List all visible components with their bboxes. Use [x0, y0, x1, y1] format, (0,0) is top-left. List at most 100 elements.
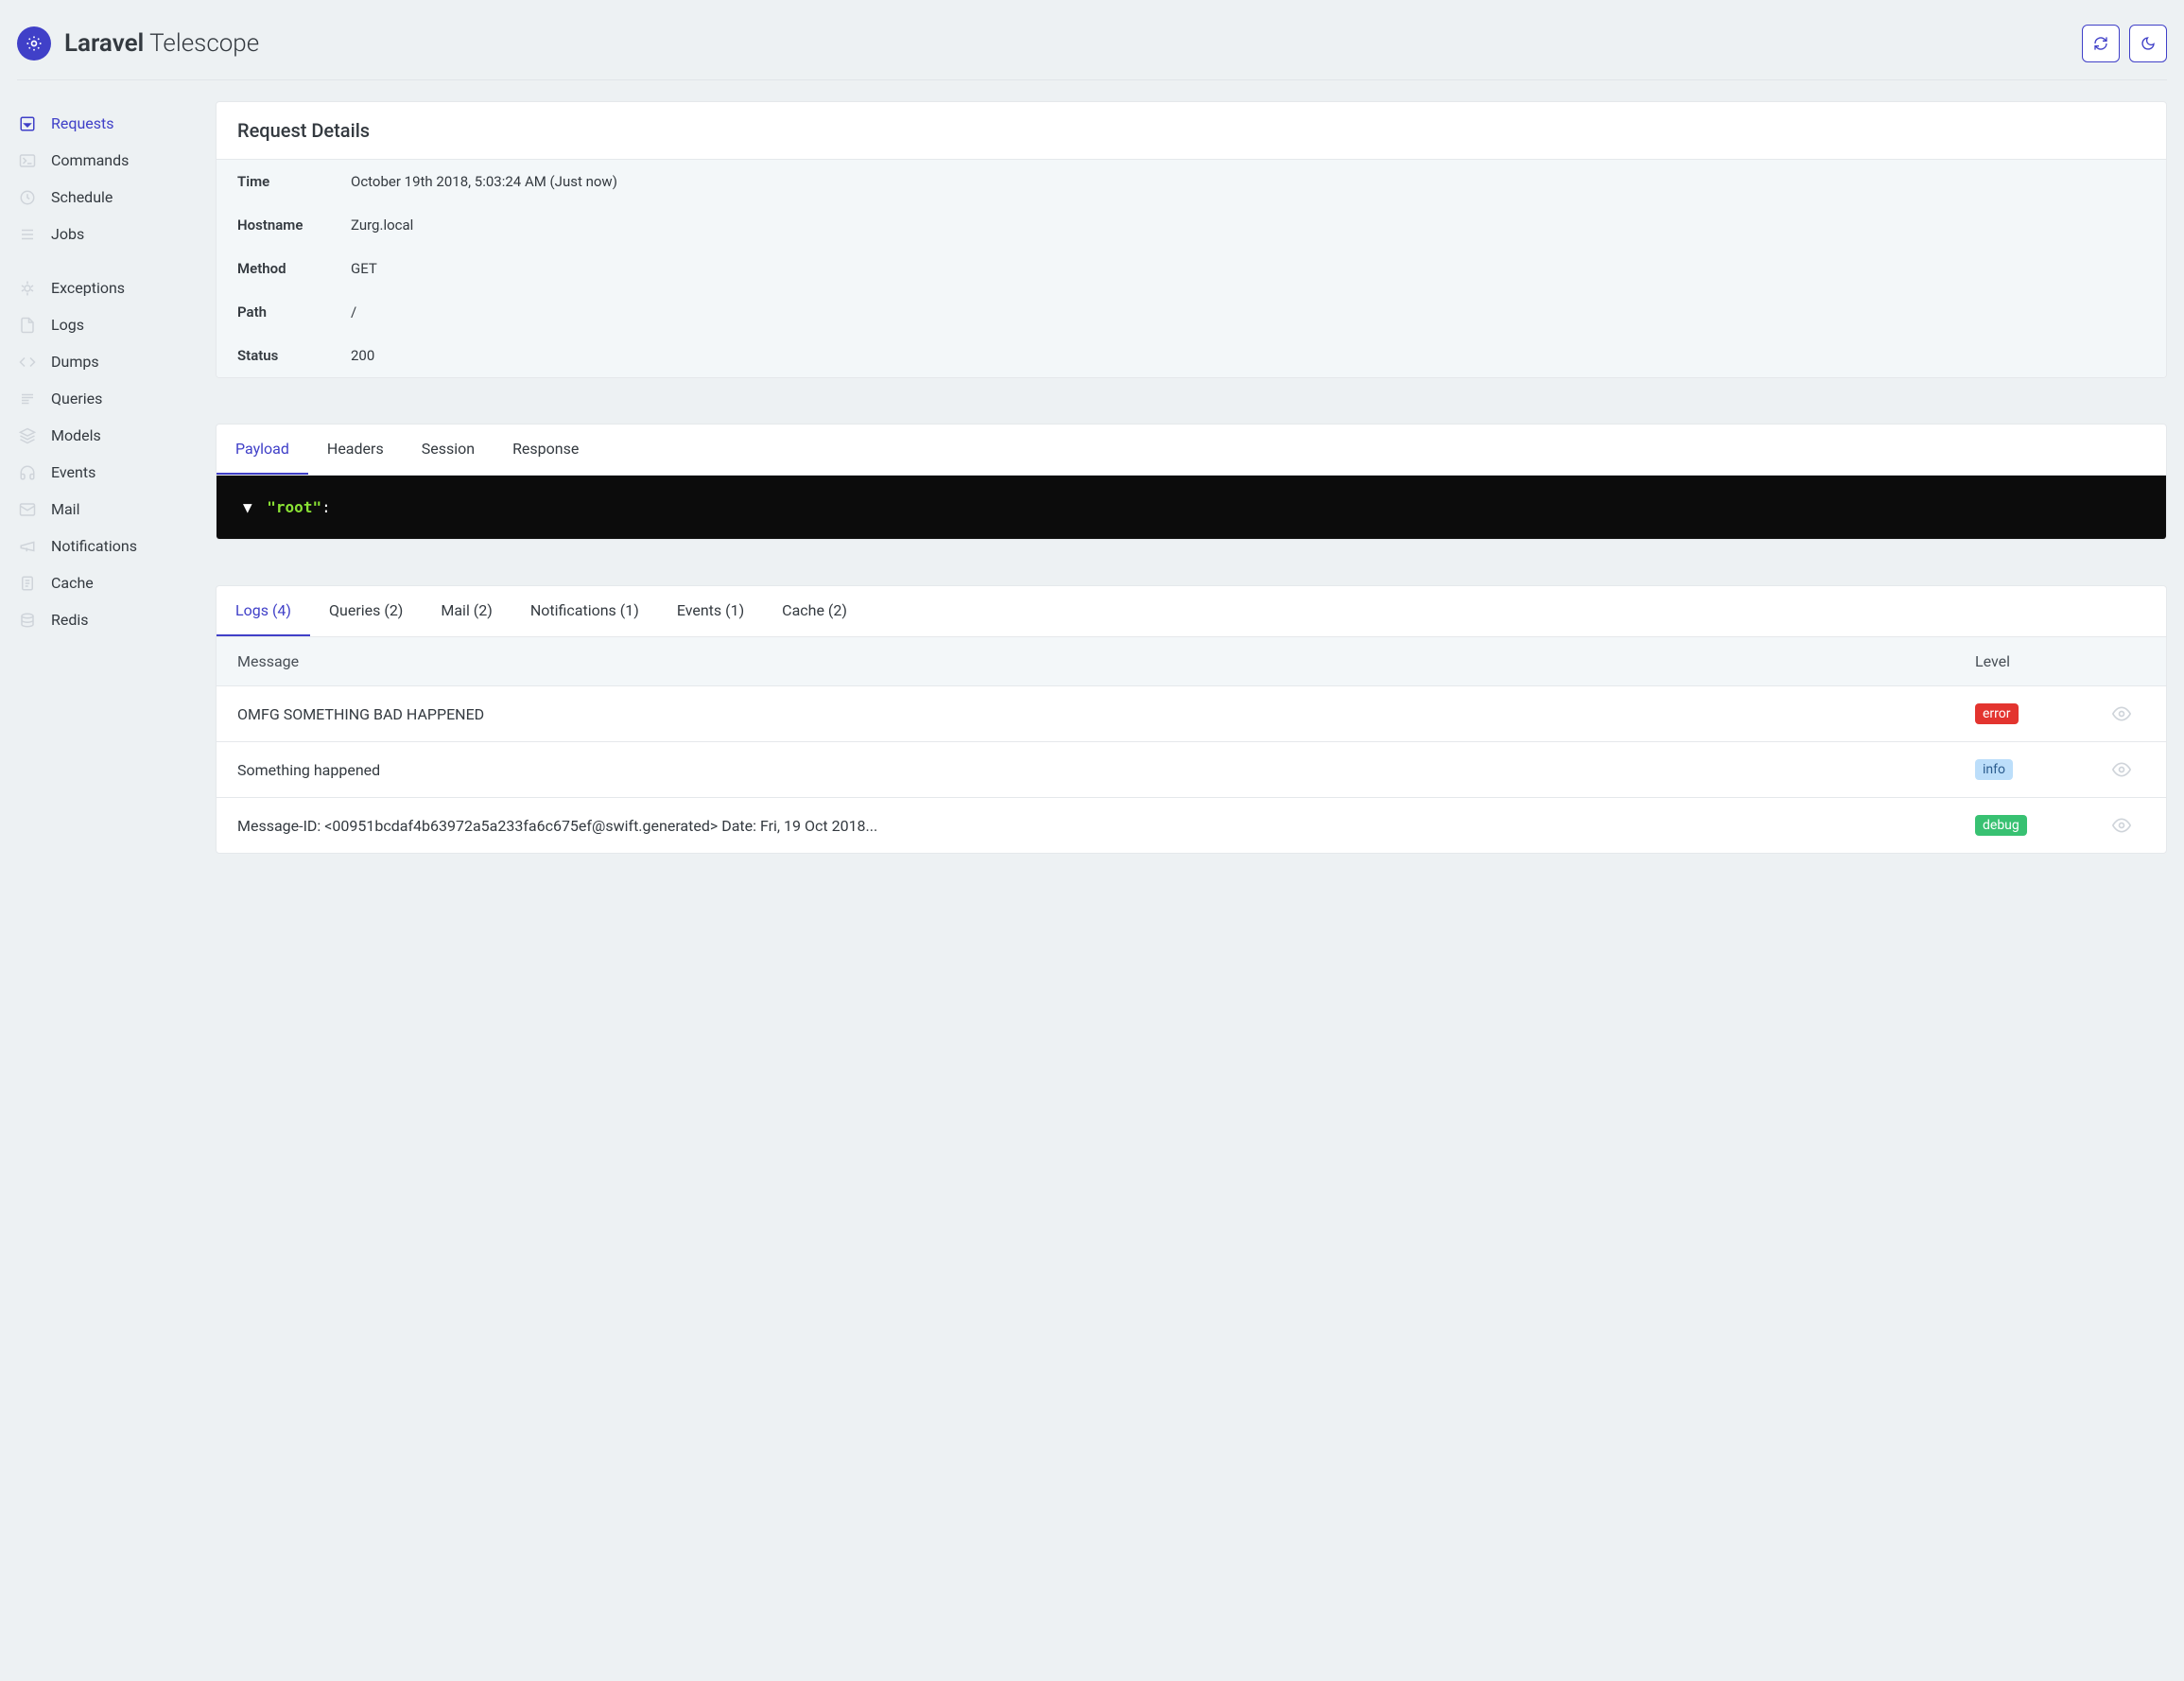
sidebar-item-label: Cache: [51, 574, 94, 592]
stack-icon: [17, 612, 38, 629]
related-tab-queries-2-[interactable]: Queries (2): [310, 586, 422, 636]
sidebar-item-label: Logs: [51, 316, 84, 334]
sidebar-item-label: Redis: [51, 611, 89, 629]
sidebar-item-label: Requests: [51, 114, 114, 132]
view-icon[interactable]: [2098, 704, 2145, 723]
detail-label: Time: [237, 173, 351, 190]
sidebar-item-label: Events: [51, 463, 95, 481]
related-tab-mail-2-[interactable]: Mail (2): [422, 586, 511, 636]
sidebar-item-label: Exceptions: [51, 279, 125, 297]
detail-value: GET: [351, 260, 377, 277]
sidebar-item-queries[interactable]: Queries: [17, 380, 197, 417]
layers-icon: [17, 427, 38, 444]
megaphone-icon: [17, 538, 38, 555]
related-card: Logs (4)Queries (2)Mail (2)Notifications…: [216, 585, 2167, 854]
payload-tab-payload[interactable]: Payload: [217, 425, 308, 475]
sidebar-item-logs[interactable]: Logs: [17, 306, 197, 343]
detail-label: Hostname: [237, 217, 351, 234]
sidebar-item-mail[interactable]: Mail: [17, 491, 197, 528]
header-level: Level: [1975, 652, 2098, 670]
sidebar: Requests Commands Schedule Jobs Exceptions L…: [17, 101, 197, 854]
level-badge: error: [1975, 703, 2019, 724]
json-key: "root": [267, 498, 321, 516]
payload-code: ▼ "root":: [217, 476, 2166, 539]
doc-icon: [17, 575, 38, 592]
detail-value: Zurg.local: [351, 217, 413, 234]
list-icon: [17, 226, 38, 243]
sidebar-item-notifications[interactable]: Notifications: [17, 528, 197, 564]
logs-table-header: Message Level: [217, 637, 2166, 686]
view-icon[interactable]: [2098, 816, 2145, 835]
sidebar-item-exceptions[interactable]: Exceptions: [17, 269, 197, 306]
sidebar-item-events[interactable]: Events: [17, 454, 197, 491]
code-icon: [17, 354, 38, 371]
request-icon: [17, 115, 38, 132]
refresh-button[interactable]: [2082, 25, 2120, 62]
log-message: OMFG SOMETHING BAD HAPPENED: [237, 705, 1975, 723]
detail-label: Path: [237, 303, 351, 321]
detail-label: Method: [237, 260, 351, 277]
related-tab-events-1-[interactable]: Events (1): [658, 586, 763, 636]
details-row-method: MethodGET: [217, 247, 2166, 290]
lines-icon: [17, 390, 38, 407]
sidebar-item-label: Models: [51, 426, 101, 444]
sidebar-item-dumps[interactable]: Dumps: [17, 343, 197, 380]
terminal-icon: [17, 152, 38, 169]
log-row: Message-ID: <00951bcdaf4b63972a5a233fa6c…: [217, 798, 2166, 853]
payload-tab-headers[interactable]: Headers: [308, 425, 403, 475]
payload-tabs: PayloadHeadersSessionResponse: [217, 425, 2166, 476]
level-badge: info: [1975, 759, 2013, 780]
view-icon[interactable]: [2098, 760, 2145, 779]
detail-value: October 19th 2018, 5:03:24 AM (Just now): [351, 173, 617, 190]
mail-icon: [17, 501, 38, 518]
sidebar-item-redis[interactable]: Redis: [17, 601, 197, 638]
moon-icon: [2141, 36, 2156, 51]
clock-icon: [17, 189, 38, 206]
sidebar-item-models[interactable]: Models: [17, 417, 197, 454]
sidebar-item-label: Dumps: [51, 353, 99, 371]
header-message: Message: [237, 652, 1975, 670]
level-badge: debug: [1975, 815, 2027, 836]
file-icon: [17, 317, 38, 334]
card-title: Request Details: [217, 102, 2166, 160]
main-content: Request Details TimeOctober 19th 2018, 5…: [216, 101, 2167, 854]
sidebar-item-commands[interactable]: Commands: [17, 142, 197, 179]
collapse-arrow-icon[interactable]: ▼: [243, 498, 252, 516]
brand: Laravel Telescope: [17, 26, 259, 61]
theme-button[interactable]: [2129, 25, 2167, 62]
bug-icon: [17, 280, 38, 297]
related-tab-notifications-1-[interactable]: Notifications (1): [511, 586, 658, 636]
related-tab-logs-4-[interactable]: Logs (4): [217, 586, 310, 636]
headphones-icon: [17, 464, 38, 481]
details-row-status: Status200: [217, 334, 2166, 377]
sidebar-item-label: Queries: [51, 390, 102, 407]
details-row-hostname: HostnameZurg.local: [217, 203, 2166, 247]
payload-tab-session[interactable]: Session: [403, 425, 494, 475]
sidebar-item-label: Mail: [51, 500, 79, 518]
detail-value: /: [351, 303, 356, 321]
details-row-path: Path/: [217, 290, 2166, 334]
details-row-time: TimeOctober 19th 2018, 5:03:24 AM (Just …: [217, 160, 2166, 203]
payload-tab-response[interactable]: Response: [494, 425, 598, 475]
related-tab-cache-2-[interactable]: Cache (2): [763, 586, 866, 636]
log-message: Something happened: [237, 761, 1975, 779]
sidebar-item-cache[interactable]: Cache: [17, 564, 197, 601]
sidebar-item-requests[interactable]: Requests: [17, 105, 197, 142]
sidebar-item-label: Jobs: [51, 225, 84, 243]
sidebar-item-schedule[interactable]: Schedule: [17, 179, 197, 216]
log-message: Message-ID: <00951bcdaf4b63972a5a233fa6c…: [237, 817, 1975, 835]
sidebar-item-label: Schedule: [51, 188, 113, 206]
brand-title: Laravel Telescope: [64, 29, 259, 58]
related-tabs: Logs (4)Queries (2)Mail (2)Notifications…: [217, 586, 2166, 637]
log-row: Something happenedinfo: [217, 742, 2166, 798]
detail-label: Status: [237, 347, 351, 364]
request-details-card: Request Details TimeOctober 19th 2018, 5…: [216, 101, 2167, 378]
sidebar-item-label: Notifications: [51, 537, 137, 555]
sidebar-item-jobs[interactable]: Jobs: [17, 216, 197, 252]
sidebar-item-label: Commands: [51, 151, 129, 169]
telescope-logo-icon: [17, 26, 51, 61]
payload-card: PayloadHeadersSessionResponse ▼ "root":: [216, 424, 2167, 540]
refresh-icon: [2093, 36, 2108, 51]
header: Laravel Telescope: [17, 17, 2167, 80]
log-row: OMFG SOMETHING BAD HAPPENEDerror: [217, 686, 2166, 742]
